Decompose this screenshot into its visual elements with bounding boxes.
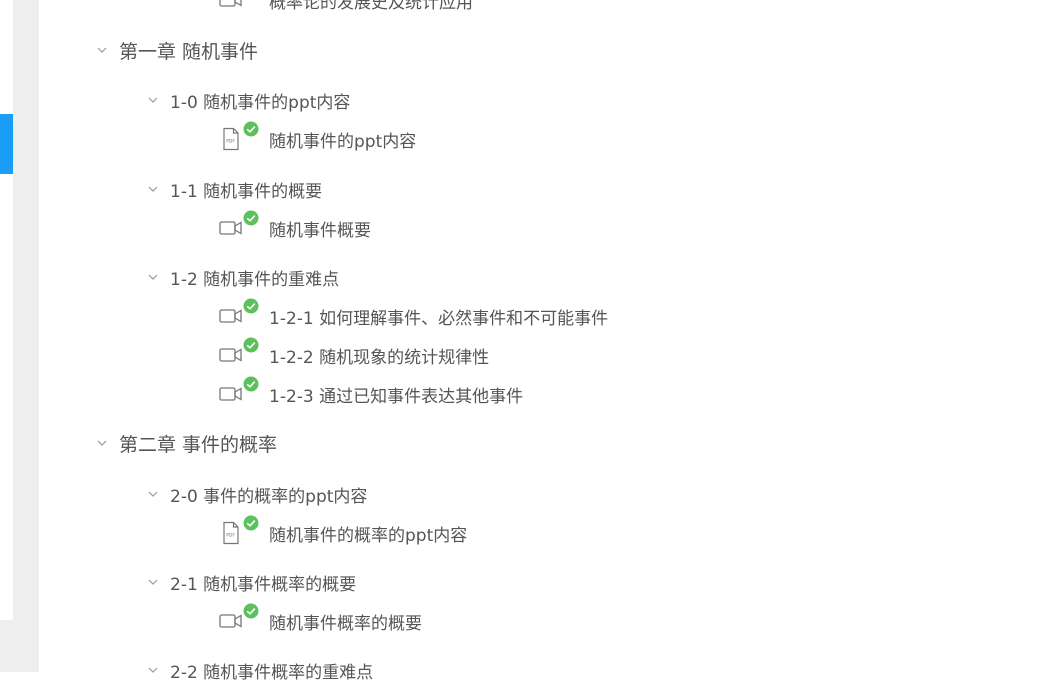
- section-header[interactable]: 1-0 随机事件的ppt内容: [148, 88, 351, 113]
- list-item[interactable]: 1-2-2 随机现象的统计规律性: [219, 337, 490, 368]
- pdf-icon: PDF: [219, 121, 259, 151]
- check-icon: [243, 515, 259, 531]
- list-item[interactable]: 1-2-3 通过已知事件表达其他事件: [219, 376, 524, 407]
- item-label: 1-2-1 如何理解事件、必然事件和不可能事件: [269, 308, 609, 329]
- section-title: 2-1 随机事件概率的概要: [170, 574, 357, 595]
- chevron-down-icon: [148, 665, 158, 675]
- list-item[interactable]: PDF 随机事件的概率的ppt内容: [219, 515, 468, 546]
- item-label: 1-2-2 随机现象的统计规律性: [269, 347, 490, 368]
- chevron-down-icon: [148, 489, 158, 499]
- item-label: 随机事件概率的概要: [269, 613, 422, 634]
- check-icon: [243, 121, 259, 137]
- item-label: 随机事件的ppt内容: [269, 131, 417, 152]
- side-tab-active[interactable]: [0, 114, 13, 174]
- chevron-down-icon: [97, 438, 107, 448]
- list-item[interactable]: PDF 随机事件的ppt内容: [219, 121, 417, 152]
- section-header[interactable]: 2-1 随机事件概率的概要: [148, 570, 357, 595]
- section-title: 1-0 随机事件的ppt内容: [170, 92, 351, 113]
- list-item[interactable]: 1-2-1 如何理解事件、必然事件和不可能事件: [219, 298, 609, 329]
- item-label: 1-2-3 通过已知事件表达其他事件: [269, 386, 524, 407]
- left-rail-bottom: [0, 620, 13, 672]
- check-icon: [243, 298, 259, 314]
- video-icon: [219, 603, 259, 633]
- video-icon: [219, 210, 259, 240]
- list-item[interactable]: 概率论的发展史及统计应用: [219, 0, 473, 13]
- video-icon: [219, 298, 259, 328]
- chapter-title: 第二章 事件的概率: [119, 433, 278, 456]
- item-label: 随机事件的概率的ppt内容: [269, 525, 468, 546]
- video-icon: [219, 376, 259, 406]
- course-outline: 概率论的发展史及统计应用 第一章 随机事件 1-0 随机事件的ppt内容 PDF…: [39, 0, 1038, 683]
- svg-text:PDF: PDF: [226, 533, 235, 539]
- svg-text:PDF: PDF: [226, 139, 235, 145]
- video-icon: [219, 337, 259, 367]
- section-title: 1-1 随机事件的概要: [170, 181, 323, 202]
- check-icon: [243, 603, 259, 619]
- chevron-down-icon: [148, 272, 158, 282]
- section-header[interactable]: 2-0 事件的概率的ppt内容: [148, 482, 368, 507]
- chapter-header[interactable]: 第二章 事件的概率: [97, 431, 278, 456]
- item-label: 随机事件概要: [269, 220, 371, 241]
- list-item[interactable]: 随机事件概率的概要: [219, 603, 422, 634]
- pdf-icon: PDF: [219, 515, 259, 545]
- chevron-down-icon: [148, 95, 158, 105]
- section-title: 2-0 事件的概率的ppt内容: [170, 486, 368, 507]
- left-rail: [0, 0, 13, 620]
- section-header[interactable]: 1-2 随机事件的重难点: [148, 265, 340, 290]
- chevron-down-icon: [148, 577, 158, 587]
- chapter-title: 第一章 随机事件: [119, 40, 259, 63]
- check-icon: [243, 210, 259, 226]
- chapter-header[interactable]: 第一章 随机事件: [97, 38, 259, 63]
- section-title: 2-2 随机事件概率的重难点: [170, 662, 374, 683]
- video-icon: [219, 0, 259, 12]
- section-title: 1-2 随机事件的重难点: [170, 269, 340, 290]
- list-item[interactable]: 随机事件概要: [219, 210, 371, 241]
- chevron-down-icon: [148, 184, 158, 194]
- left-gutter: [13, 0, 39, 672]
- check-icon: [243, 376, 259, 392]
- item-label: 概率论的发展史及统计应用: [269, 0, 473, 13]
- chevron-down-icon: [97, 45, 107, 55]
- section-header[interactable]: 2-2 随机事件概率的重难点: [148, 658, 374, 683]
- check-icon: [243, 337, 259, 353]
- section-header[interactable]: 1-1 随机事件的概要: [148, 177, 323, 202]
